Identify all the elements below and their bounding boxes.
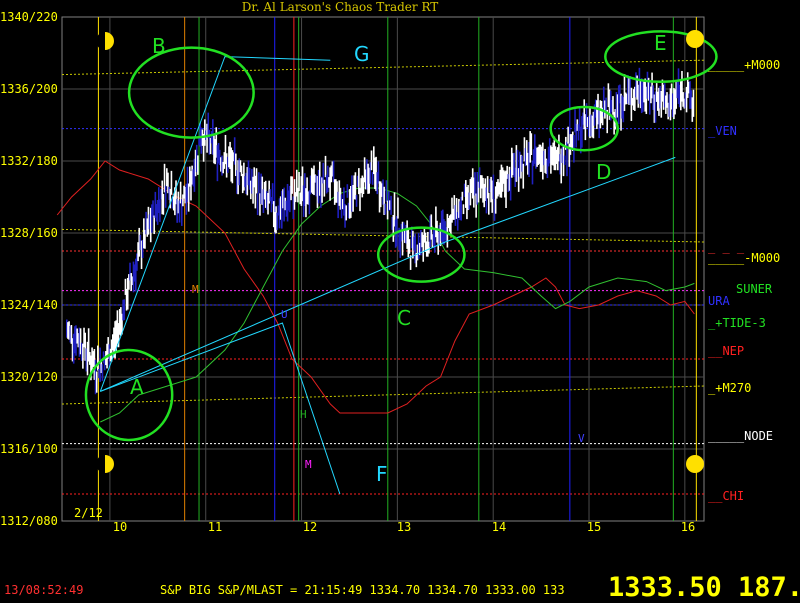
y-label-1336: 1336/200	[0, 82, 58, 96]
x-label-14: 14	[491, 520, 507, 534]
y-label-1324: 1324/140	[0, 298, 58, 312]
x-label-11: 11	[207, 520, 223, 534]
moon-full-icon	[686, 30, 704, 48]
level-label-m270: _+M270	[708, 381, 752, 395]
x-label-13: 13	[396, 520, 412, 534]
x-label-16: 16	[680, 520, 696, 534]
chart-letter-h: H	[300, 408, 307, 421]
y-label-1340: 1340/220	[0, 10, 58, 24]
chart-canvas	[56, 16, 718, 522]
moon-half-icon	[96, 455, 114, 473]
red-oscillator-line	[56, 160, 695, 414]
x-label-12: 12	[302, 520, 318, 534]
y-label-1312: 1312/080	[0, 514, 58, 528]
level-label-nep: __NEP	[708, 344, 745, 358]
chart-letter-v: V	[578, 432, 585, 445]
y-label-1328: 1328/160	[0, 226, 58, 240]
annotation-c: C	[397, 306, 411, 330]
level-label-node: _____NODE	[708, 429, 774, 443]
x-label-10: 10	[112, 520, 128, 534]
level-label-ven: _VEN	[708, 124, 737, 138]
chart-letter-m-orange: M	[192, 283, 199, 296]
chart-letter-u: U	[281, 308, 288, 321]
window-title: Dr. Al Larson's Chaos Trader RT	[241, 0, 439, 14]
level-label-sun: SUNER	[736, 282, 773, 296]
annotation-g: G	[354, 42, 370, 66]
level-label-m000-plus: _____+M000	[708, 58, 781, 72]
annotation-e: E	[654, 31, 667, 55]
moon-half-icon	[96, 32, 114, 50]
level-label-ura: URA	[708, 294, 730, 308]
annotation-f: F	[376, 462, 388, 486]
moon-full-icon	[686, 455, 704, 473]
date-label: 2/12	[74, 506, 103, 520]
status-time: 13/08:52:49	[4, 583, 84, 597]
status-big-price: 1333.50 187.5	[608, 572, 800, 603]
annotation-ellipse-b	[127, 46, 255, 139]
annotation-b: B	[152, 34, 166, 58]
y-label-1332: 1332/180	[0, 154, 58, 168]
level-label-m000-minus: _____-M000	[708, 251, 781, 265]
y-label-1316: 1316/100	[0, 442, 58, 456]
y-label-1320: 1320/120	[0, 370, 58, 384]
x-label-15: 15	[586, 520, 602, 534]
status-ticker: S&P BIG S&P/MLAST = 21:15:49 1334.70 133…	[160, 583, 565, 597]
annotation-a: A	[130, 375, 144, 399]
chart-letter-m-magenta: M	[305, 458, 312, 471]
level-label-chi: __CHI	[708, 489, 745, 503]
level-label-tide: _+TIDE-3	[708, 316, 766, 330]
annotation-d: D	[596, 160, 612, 184]
